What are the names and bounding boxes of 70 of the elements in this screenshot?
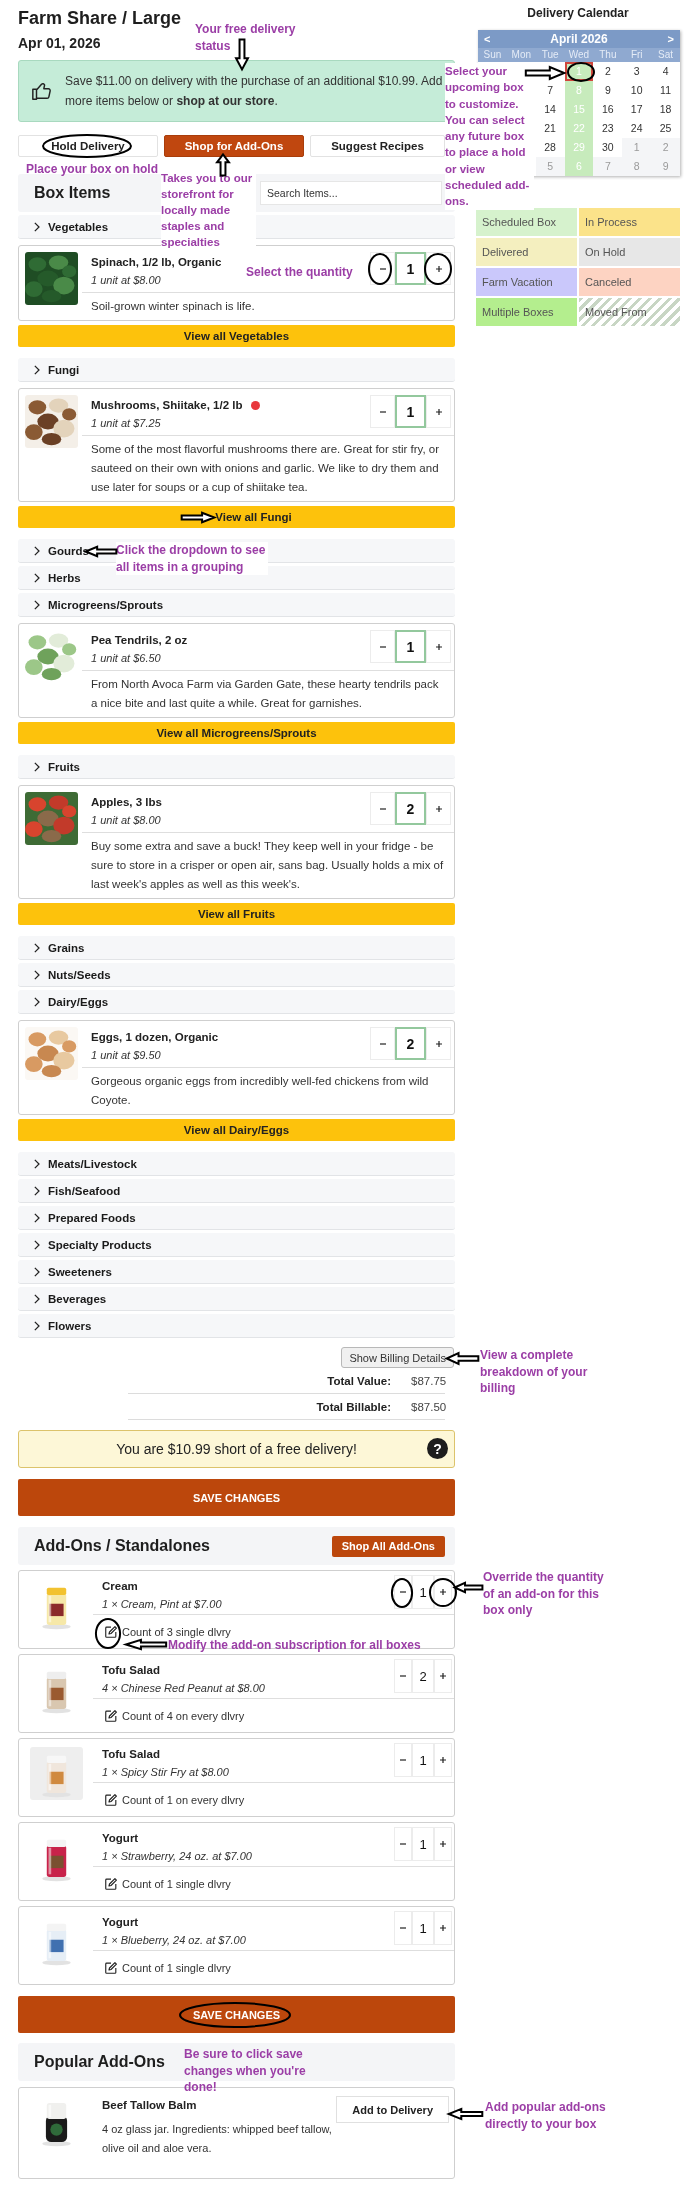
weekday-label: Sat xyxy=(657,48,675,62)
item-description: Buy some extra and save a buck! They keep well in your fridge - be sure to store in a crisper or open air, sans bag. Usually holds a mix of last week's apples as well as this week's. xyxy=(90,839,445,892)
subscription-text: Count of 1 single dlvry xyxy=(122,1877,231,1890)
item-name: Tofu Salad xyxy=(102,1747,161,1762)
callout-note: Override the quantity of an add-on for this box only xyxy=(483,1569,605,1619)
item-name: Cream xyxy=(102,1579,139,1594)
item-name: Yogurt xyxy=(102,1915,140,1930)
callout-note: Modify the add-on subscription for all boxes xyxy=(168,1638,421,1654)
item-description: Soil-grown winter spinach is life. xyxy=(90,299,256,314)
callout-note: Add popular add-ons directly to your box xyxy=(485,2099,607,2132)
item-price: 1 unit at $6.50 xyxy=(91,651,162,666)
item-price: 1 × Cream, Pint at $7.00 xyxy=(102,1597,222,1612)
callout-tooltip: Click the dropdown to see all items in a grouping xyxy=(116,542,268,575)
item-name: Tofu Salad xyxy=(102,1663,161,1678)
item-description: 4 oz glass jar. Ingredients: whipped beef tallow, olive oil and aloe vera. xyxy=(102,2122,332,2156)
item-description: Some of the most flavorful mushrooms there are. Great for stir fry, or sauteed on their own with onions and garlic. We like to dry them and use later for soups or a cup of shiitake tea. xyxy=(90,442,441,495)
legend-item: In Process xyxy=(579,208,680,236)
item-price: 1 unit at $7.25 xyxy=(91,416,162,431)
item-price: 1 unit at $9.50 xyxy=(91,1048,162,1063)
item-price: 1 × Strawberry, 24 oz. at $7.00 xyxy=(102,1849,252,1864)
callout-tooltip: Select your upcoming box to customize. You can select any future box to place a hold or view scheduled add-ons. xyxy=(445,63,534,210)
subscription-text: Count of 3 single dlvry xyxy=(122,1625,231,1638)
item-price: 1 unit at $8.00 xyxy=(91,813,162,828)
legend-item: On Hold xyxy=(579,238,680,266)
callout-note: Place your box on hold xyxy=(26,161,159,178)
item-name: Mushrooms, Shiitake, 1/2 lb xyxy=(91,398,243,413)
item-price: 1 × Spicy Stir Fry at $8.00 xyxy=(102,1765,229,1780)
delivery-date: Apr 01, 2026 xyxy=(18,34,101,53)
callout-note: Be sure to click save changes when you're done! xyxy=(184,2046,307,2096)
total-label: Total Billable: xyxy=(316,1400,391,1413)
weekday-label: Tue xyxy=(540,48,560,62)
month-label: April 2026 xyxy=(550,32,608,46)
item-name: Pea Tendrils, 2 oz xyxy=(91,633,188,648)
callout-note: View a complete breakdown of your billing xyxy=(480,1347,589,1397)
subscription-text: Count of 1 on every dlvry xyxy=(122,1793,245,1806)
callout-note: Select the quantity xyxy=(246,264,353,281)
legend-item: Scheduled Box xyxy=(476,208,577,236)
item-name: Apples, 3 lbs xyxy=(91,795,162,810)
calendar-title: Delivery Calendar xyxy=(526,5,630,21)
promo-text: Save $11.00 on delivery with the purchase of an additional $10.99. Add more items below or shop at our store. xyxy=(65,73,444,110)
weekday-label: Wed xyxy=(567,48,591,62)
total-value: $87.75 xyxy=(411,1374,445,1387)
weekday-label: Sun xyxy=(482,48,503,62)
item-name: Spinach, 1/2 lb, Organic xyxy=(91,255,222,270)
item-description: From North Avoca Farm via Garden Gate, these hearty tendrils pack a nice bite and last quite a while. Great for garnishes. xyxy=(90,677,440,711)
item-name: Beef Tallow Balm xyxy=(102,2098,198,2113)
item-description: Gorgeous organic eggs from incredibly well-fed chickens from wild Coyote. xyxy=(90,1074,430,1108)
legend-item: Multiple Boxes xyxy=(476,298,577,326)
subscription-text: Count of 4 on every dlvry xyxy=(122,1709,245,1722)
item-name: Eggs, 1 dozen, Organic xyxy=(91,1030,219,1045)
legend-item: Canceled xyxy=(579,268,680,296)
weekday-label: Mon xyxy=(510,48,532,62)
weekday-label: Thu xyxy=(598,48,618,62)
item-price: 4 × Chinese Red Peanut at $8.00 xyxy=(102,1681,265,1696)
page-title: Farm Share / Large xyxy=(18,7,182,30)
section-title: Box Items xyxy=(34,184,111,202)
section-title: Popular Add-Ons xyxy=(34,2053,165,2071)
legend-item: Moved From xyxy=(579,298,680,326)
total-label: Total Value: xyxy=(327,1374,391,1387)
legend-item: Delivered xyxy=(476,238,577,266)
subscription-text: Count of 1 single dlvry xyxy=(122,1961,231,1974)
notice-text: You are $10.99 short of a free delivery! xyxy=(116,1441,357,1457)
callout-note: Your free delivery status xyxy=(195,21,297,54)
item-price: 1 unit at $8.00 xyxy=(91,273,162,288)
section-title: Add-Ons / Standalones xyxy=(34,1537,210,1555)
weekday-label: Fri xyxy=(629,48,644,62)
item-price: 1 × Blueberry, 24 oz. at $7.00 xyxy=(102,1933,246,1948)
item-name: Yogurt xyxy=(102,1831,140,1846)
total-value: $87.50 xyxy=(411,1400,445,1413)
legend-item: Farm Vacation xyxy=(476,268,577,296)
